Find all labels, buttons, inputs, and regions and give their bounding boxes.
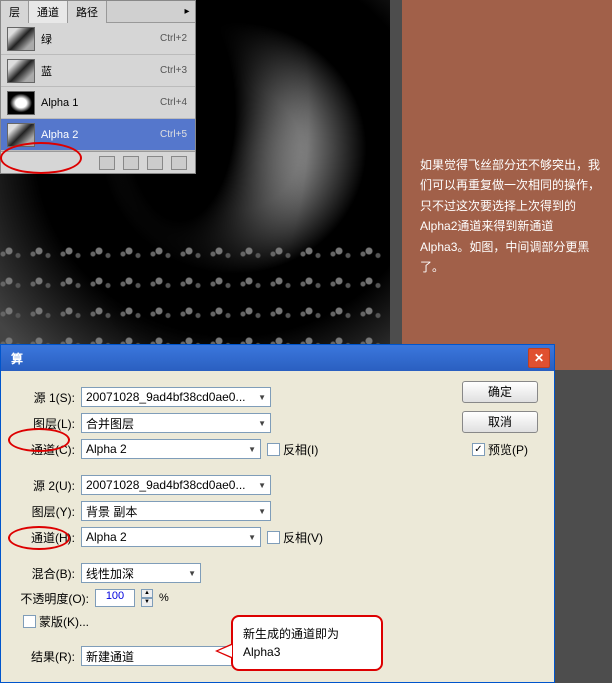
chevron-down-icon: ▼ bbox=[248, 533, 256, 542]
ok-button[interactable]: 确定 bbox=[462, 381, 538, 403]
chevron-down-icon: ▼ bbox=[188, 569, 196, 578]
instruction-panel: 如果觉得飞丝部分还不够突出，我们可以再重复做一次相同的操作，只不过这次要选择上次… bbox=[402, 0, 612, 370]
callout-box: 新生成的通道即为Alpha3 bbox=[231, 615, 383, 671]
opacity-input[interactable]: 100 bbox=[95, 589, 135, 607]
dialog-titlebar[interactable]: 算 ✕ bbox=[1, 345, 554, 371]
instruction-text: 如果觉得飞丝部分还不够突出，我们可以再重复做一次相同的操作，只不过这次要选择上次… bbox=[420, 155, 600, 277]
chevron-down-icon: ▼ bbox=[258, 481, 266, 490]
callout-tail-icon bbox=[215, 643, 233, 659]
source1-channel-select[interactable]: Alpha 2▼ bbox=[81, 439, 261, 459]
source2-label: 源 2(U): bbox=[13, 477, 75, 494]
opacity-spinner: ▲ ▼ bbox=[141, 589, 153, 607]
calculations-dialog: 算 ✕ 确定 取消 预览(P) 源 1(S): 20071028_9ad4bf3… bbox=[0, 344, 555, 683]
tab-channels[interactable]: 通道 bbox=[29, 1, 68, 23]
channel-thumb bbox=[7, 27, 35, 51]
source2-invert-wrap[interactable]: 反相(V) bbox=[267, 529, 323, 546]
preview-label: 预览(P) bbox=[488, 441, 528, 458]
chevron-down-icon: ▼ bbox=[258, 419, 266, 428]
source1-label: 源 1(S): bbox=[13, 389, 75, 406]
channel-row-alpha2[interactable]: Alpha 2 Ctrl+5 bbox=[1, 119, 195, 151]
source2-channel-label: 通道(H): bbox=[13, 529, 75, 546]
channels-panel: 层 通道 路径 ▸ 绿 Ctrl+2 蓝 Ctrl+3 Alpha 1 Ctrl… bbox=[0, 0, 196, 174]
cancel-button[interactable]: 取消 bbox=[462, 411, 538, 433]
channel-row-alpha1[interactable]: Alpha 1 Ctrl+4 bbox=[1, 87, 195, 119]
new-channel-icon[interactable] bbox=[147, 156, 163, 170]
button-column: 确定 取消 预览(P) bbox=[462, 381, 538, 458]
tab-paths[interactable]: 路径 bbox=[68, 1, 107, 23]
channel-row-blue[interactable]: 蓝 Ctrl+3 bbox=[1, 55, 195, 87]
channel-name: Alpha 1 bbox=[41, 97, 160, 109]
panel-menu-icon[interactable]: ▸ bbox=[179, 6, 195, 17]
source2-file-select[interactable]: 20071028_9ad4bf38cd0ae0...▼ bbox=[81, 475, 271, 495]
source1-channel-label: 通道(C): bbox=[13, 441, 75, 458]
channel-shortcut: Ctrl+3 bbox=[160, 65, 195, 76]
channel-thumb bbox=[7, 59, 35, 83]
source1-layer-label: 图层(L): bbox=[13, 415, 75, 432]
preview-checkbox[interactable] bbox=[472, 443, 485, 456]
percent-label: % bbox=[159, 592, 169, 604]
dialog-body: 确定 取消 预览(P) 源 1(S): 20071028_9ad4bf38cd0… bbox=[1, 371, 554, 682]
blend-mode-select[interactable]: 线性加深▼ bbox=[81, 563, 201, 583]
source1-file-select[interactable]: 20071028_9ad4bf38cd0ae0...▼ bbox=[81, 387, 271, 407]
channel-shortcut: Ctrl+5 bbox=[160, 129, 195, 140]
result-label: 结果(R): bbox=[13, 648, 75, 665]
tab-layers[interactable]: 层 bbox=[1, 1, 29, 23]
mask-checkbox-wrap[interactable]: 蒙版(K)... bbox=[23, 613, 89, 630]
channel-name: Alpha 2 bbox=[41, 129, 160, 141]
mask-checkbox[interactable] bbox=[23, 615, 36, 628]
spinner-up-icon[interactable]: ▲ bbox=[141, 589, 153, 598]
source2-invert-checkbox[interactable] bbox=[267, 531, 280, 544]
chevron-down-icon: ▼ bbox=[258, 507, 266, 516]
panel-footer bbox=[1, 151, 195, 173]
channel-name: 蓝 bbox=[41, 63, 160, 79]
channel-row-green[interactable]: 绿 Ctrl+2 bbox=[1, 23, 195, 55]
source2-channel-select[interactable]: Alpha 2▼ bbox=[81, 527, 261, 547]
mask-label: 蒙版(K)... bbox=[39, 613, 89, 630]
close-button[interactable]: ✕ bbox=[528, 348, 550, 368]
chevron-down-icon: ▼ bbox=[248, 445, 256, 454]
source1-invert-checkbox[interactable] bbox=[267, 443, 280, 456]
callout-text: 新生成的通道即为Alpha3 bbox=[243, 627, 339, 659]
blend-label: 混合(B): bbox=[13, 565, 75, 582]
opacity-label: 不透明度(O): bbox=[13, 590, 89, 607]
source1-invert-wrap[interactable]: 反相(I) bbox=[267, 441, 318, 458]
source1-invert-label: 反相(I) bbox=[283, 441, 318, 458]
load-selection-icon[interactable] bbox=[99, 156, 115, 170]
channel-thumb bbox=[7, 91, 35, 115]
preview-checkbox-wrap[interactable]: 预览(P) bbox=[472, 441, 528, 458]
save-selection-icon[interactable] bbox=[123, 156, 139, 170]
channel-name: 绿 bbox=[41, 31, 160, 47]
source1-layer-select[interactable]: 合并图层▼ bbox=[81, 413, 271, 433]
source2-invert-label: 反相(V) bbox=[283, 529, 323, 546]
source2-layer-select[interactable]: 背景 副本▼ bbox=[81, 501, 271, 521]
spinner-down-icon[interactable]: ▼ bbox=[141, 598, 153, 607]
dialog-title: 算 bbox=[11, 350, 528, 367]
panel-tabs: 层 通道 路径 ▸ bbox=[1, 1, 195, 23]
channel-shortcut: Ctrl+4 bbox=[160, 97, 195, 108]
chevron-down-icon: ▼ bbox=[258, 393, 266, 402]
channel-thumb bbox=[7, 123, 35, 147]
source2-layer-label: 图层(Y): bbox=[13, 503, 75, 520]
delete-channel-icon[interactable] bbox=[171, 156, 187, 170]
channel-shortcut: Ctrl+2 bbox=[160, 33, 195, 44]
